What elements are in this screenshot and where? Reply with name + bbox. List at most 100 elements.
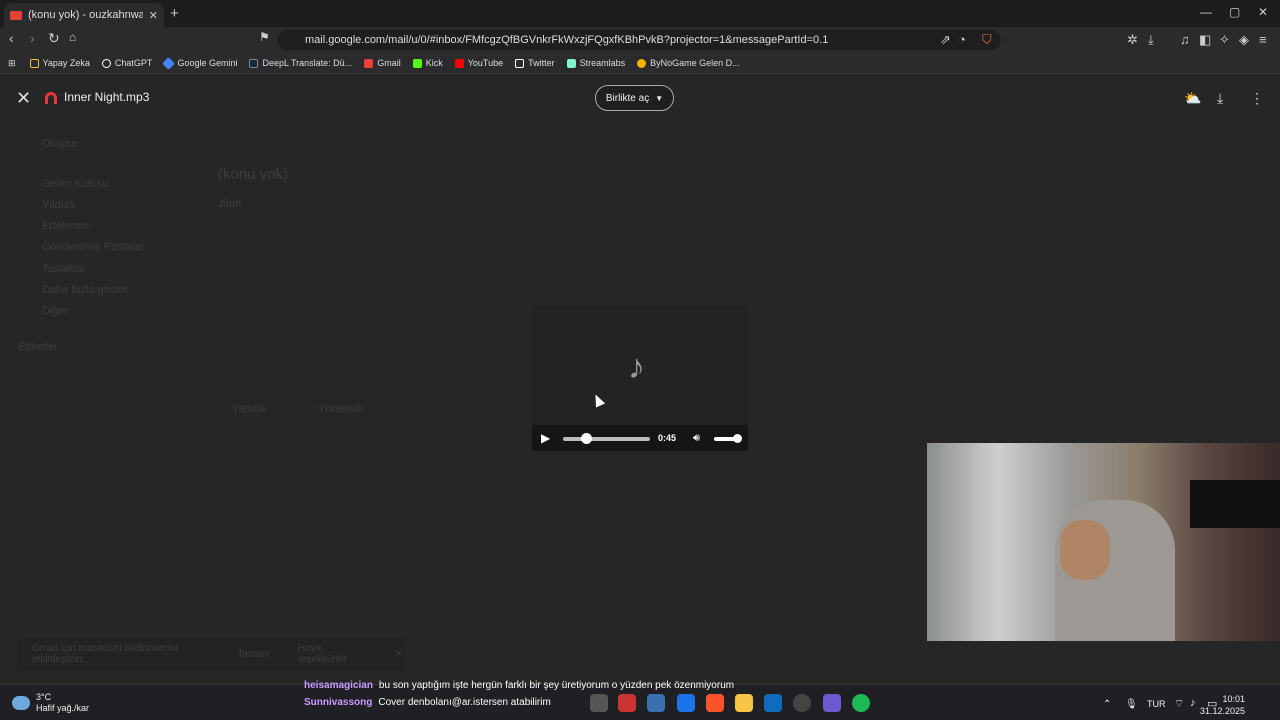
clock-date: 31.12.2025 bbox=[1200, 706, 1246, 716]
chat-user: Sunnivassong bbox=[304, 697, 373, 708]
toast-no-button[interactable]: Hayır, teşekkürler bbox=[298, 643, 367, 665]
email-sender: Jiton bbox=[218, 198, 242, 210]
calculator-icon[interactable] bbox=[647, 694, 665, 712]
folder-snoozed: Ertelenen bbox=[42, 220, 90, 232]
bookmark-deepl[interactable]: DeepL Translate: Dü... bbox=[249, 58, 352, 68]
headphones-icon bbox=[45, 92, 57, 104]
clock[interactable]: 10:01 31.12.2025 bbox=[1200, 693, 1245, 717]
share-icon[interactable]: ⇗ bbox=[940, 32, 951, 48]
tab-strip: (konu yok) - ouzkahnwaid@gm... ✕ + — ▢ ✕ bbox=[0, 0, 1280, 27]
mail-app-icon[interactable] bbox=[677, 694, 695, 712]
maximize-icon[interactable]: ▢ bbox=[1229, 5, 1240, 19]
webcam-person-head bbox=[1060, 520, 1110, 580]
app-icon[interactable] bbox=[618, 694, 636, 712]
weather-widget[interactable]: 3°C Hafif yağ./kar bbox=[12, 692, 89, 714]
folder-sent: Gönderilmiş Postalar bbox=[42, 241, 145, 253]
volume-icon[interactable]: 🔊︎ bbox=[693, 432, 700, 445]
back-icon[interactable]: ‹ bbox=[9, 30, 14, 46]
rss-icon[interactable]: ◔ bbox=[958, 32, 966, 47]
chat-line: Sunnivassong Cover denbolanı@ar.istersen … bbox=[304, 697, 551, 708]
bookmark-streamlabs[interactable]: Streamlabs bbox=[566, 58, 625, 68]
bookmark-bynogame[interactable]: ByNoGame Gelen D... bbox=[637, 58, 740, 68]
brave-browser-icon[interactable] bbox=[706, 694, 724, 712]
webcam-background-monitor bbox=[1190, 480, 1280, 528]
minimize-icon[interactable]: — bbox=[1200, 5, 1212, 19]
play-button[interactable]: ▶ bbox=[541, 431, 550, 445]
wifi-icon[interactable]: ⌔ bbox=[1174, 697, 1184, 711]
dropdown-arrow-icon: ▼ bbox=[655, 93, 664, 103]
folder-inbox: Gelen Kutusu bbox=[42, 178, 109, 190]
deepl-icon bbox=[249, 58, 259, 68]
toast-ok-button[interactable]: Tamam bbox=[237, 649, 270, 660]
tab-title: (konu yok) - ouzkahnwaid@gm... bbox=[28, 9, 143, 21]
chat-message: Cover denbolanı@ar.istersen atabilirim bbox=[378, 697, 551, 708]
toast-close-icon[interactable]: ✕ bbox=[395, 649, 403, 660]
folder-starred: Yıldızlı bbox=[42, 199, 76, 211]
file-explorer-icon[interactable] bbox=[735, 694, 753, 712]
gemini-icon bbox=[162, 56, 176, 70]
browser-tab[interactable]: (konu yok) - ouzkahnwaid@gm... ✕ bbox=[4, 3, 164, 27]
home-icon[interactable]: ⌂ bbox=[69, 30, 76, 44]
apps-icon[interactable]: ⊞ bbox=[8, 58, 16, 69]
close-viewer-icon[interactable]: ✕ bbox=[16, 88, 31, 109]
weather-temp: 3°C bbox=[36, 692, 52, 702]
spotify-icon[interactable] bbox=[852, 694, 870, 712]
gmail-icon bbox=[364, 58, 374, 68]
bookmark-kick[interactable]: Kick bbox=[412, 58, 443, 68]
task-view-icon[interactable] bbox=[590, 694, 608, 712]
bookmarks-bar: ⊞ Yapay Zeka ChatGPT Google Gemini DeepL… bbox=[0, 53, 1280, 74]
more-options-icon[interactable]: ⋮ bbox=[1250, 90, 1264, 107]
new-tab-icon[interactable]: + bbox=[170, 5, 179, 22]
extensions-icon[interactable]: ✲ bbox=[1127, 32, 1138, 48]
vpn-icon[interactable]: ◈ bbox=[1239, 32, 1249, 48]
close-tab-icon[interactable]: ✕ bbox=[149, 9, 158, 22]
folder-icon bbox=[29, 58, 39, 68]
reload-icon[interactable]: ↻ bbox=[48, 30, 60, 47]
open-with-label: Birlikte aç bbox=[605, 92, 650, 104]
bookmark-youtube[interactable]: YouTube bbox=[454, 58, 503, 68]
weather-icon bbox=[12, 696, 30, 710]
address-bar[interactable]: mail.google.com/mail/u/0/#inbox/FMfcgzQf… bbox=[277, 30, 1001, 50]
bookmark-google-gemini[interactable]: Google Gemini bbox=[162, 56, 237, 70]
sidebar-icon[interactable]: ◧ bbox=[1199, 32, 1211, 48]
forward-icon[interactable]: › bbox=[30, 30, 35, 46]
language-indicator[interactable]: TUR bbox=[1147, 699, 1166, 709]
bookmark-icon[interactable]: ⚑ bbox=[259, 30, 270, 44]
open-with-button[interactable]: Birlikte aç ▼ bbox=[595, 85, 674, 111]
brave-shield-icon[interactable]: ⛉ bbox=[982, 32, 992, 48]
playback-time: 0:45 bbox=[658, 433, 677, 443]
folder-drafts: Taslaklar bbox=[42, 263, 86, 275]
leo-ai-icon[interactable]: ✧ bbox=[1219, 32, 1230, 48]
downloads-icon[interactable]: ⤓ bbox=[1148, 32, 1154, 48]
bookmark-gmail[interactable]: Gmail bbox=[364, 58, 401, 68]
close-window-icon[interactable]: ✕ bbox=[1258, 5, 1268, 19]
music-note-icon: ♪ bbox=[628, 348, 645, 386]
reply-button: Yanıtla bbox=[232, 403, 266, 415]
tray-chevron-icon[interactable]: ⌃ bbox=[1103, 699, 1111, 710]
email-subject: (konu yok) bbox=[218, 166, 289, 183]
chat-line: heisamagician bu son yaptığım işte hergün… bbox=[304, 680, 734, 691]
speaker-icon[interactable]: ♪ bbox=[1190, 697, 1196, 709]
compose-button: Oluştur bbox=[42, 138, 78, 150]
gmail-favicon-icon bbox=[10, 10, 22, 20]
bookmark-twitter[interactable]: Twitter bbox=[515, 58, 555, 68]
store-icon[interactable] bbox=[764, 694, 782, 712]
add-to-drive-icon[interactable]: ⛅ bbox=[1184, 90, 1201, 107]
forward-button: Yönlendir bbox=[318, 403, 365, 415]
app-icon-2[interactable] bbox=[823, 694, 841, 712]
microphone-icon[interactable]: 🎙︎ bbox=[1125, 699, 1138, 710]
folder-more: Daha fazla göster bbox=[42, 284, 129, 296]
folder-other: Diğer bbox=[42, 305, 69, 317]
download-icon[interactable]: ⤓ bbox=[1217, 90, 1223, 107]
menu-icon[interactable]: ≡ bbox=[1259, 32, 1267, 47]
obs-icon[interactable] bbox=[793, 694, 811, 712]
bookmark-chatgpt[interactable]: ChatGPT bbox=[101, 58, 152, 68]
seek-bar[interactable] bbox=[563, 437, 650, 441]
streamlabs-icon bbox=[566, 58, 576, 68]
weather-desc: Hafif yağ./kar bbox=[36, 703, 90, 713]
bynogame-icon bbox=[637, 58, 647, 68]
toast-message: Gmail için masaüstü bildirimlerini etkin… bbox=[32, 643, 178, 665]
bookmark-yapay-zeka[interactable]: Yapay Zeka bbox=[29, 58, 90, 68]
notification-toast: Gmail için masaüstü bildirimlerini etkin… bbox=[17, 637, 403, 671]
media-icon[interactable]: ♫ bbox=[1180, 32, 1190, 47]
